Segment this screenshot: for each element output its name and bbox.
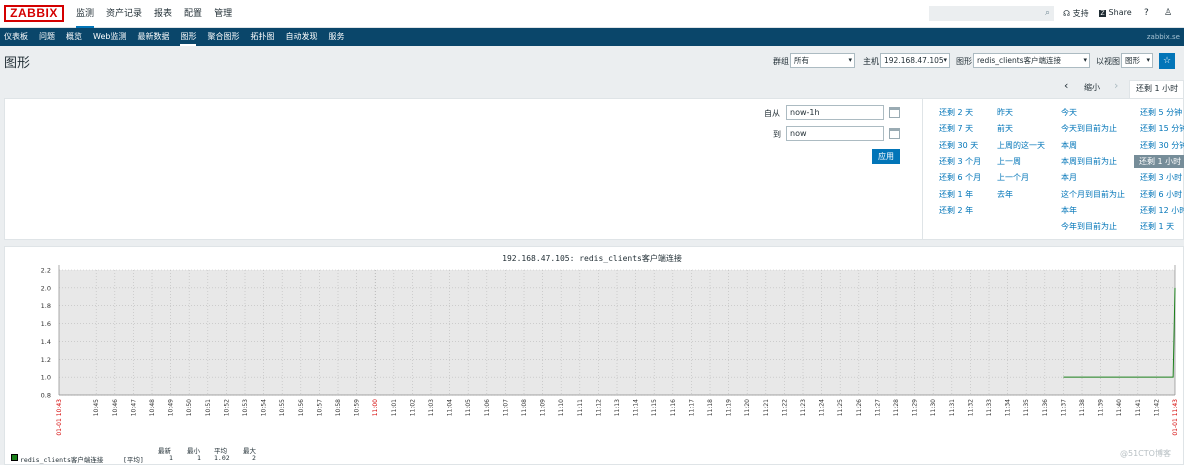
quick-range-link[interactable]: 还剩 3 小时 [1140, 172, 1182, 183]
quick-range-link[interactable]: 还剩 30 天 [939, 140, 978, 151]
view-select[interactable]: 图形 [1121, 53, 1153, 68]
zoom-out-button[interactable]: 缩小 [1084, 82, 1100, 93]
quick-range-link[interactable]: 上周的这一天 [997, 140, 1045, 151]
quick-range-link[interactable]: 去年 [997, 189, 1013, 200]
group-select[interactable]: 所有 [790, 53, 855, 68]
watermark: @51CTO博客 [1120, 449, 1171, 458]
favorite-star-button[interactable]: ☆ [1159, 53, 1175, 69]
calendar-icon[interactable] [889, 107, 900, 118]
from-label: 自从 [764, 109, 780, 118]
quick-range-link[interactable]: 还剩 1 天 [1140, 221, 1174, 232]
quick-range-link[interactable]: 还剩 6 个月 [939, 172, 981, 183]
graph-label: 图形 [956, 57, 972, 66]
quick-range-link[interactable]: 今天到目前为止 [1061, 123, 1117, 134]
user-profile-icon[interactable]: ♙ [1164, 8, 1172, 18]
sub-menu-discovery[interactable]: 自动发现 [285, 28, 317, 46]
support-link[interactable]: ☊ 支持 [1063, 8, 1089, 19]
legend-min-value: 1 [197, 454, 201, 462]
quick-range-link[interactable]: 还剩 1 小时 [1134, 154, 1184, 168]
sub-menu-maps[interactable]: 拓扑图 [250, 28, 274, 46]
graph-panel [4, 246, 1184, 465]
headset-icon: ☊ [1063, 9, 1071, 18]
sub-menu-bar: 仪表板 问题 概览 Web监测 最新数据 图形 聚合图形 拓扑图 自动发现 服务… [0, 28, 1184, 46]
to-label: 到 [773, 130, 781, 139]
quick-range-link[interactable]: 本周到目前为止 [1061, 156, 1117, 167]
quick-range-link[interactable]: 上一周 [997, 156, 1021, 167]
host-select[interactable]: 192.168.47.105 [880, 53, 950, 68]
legend-last-value: 1 [169, 454, 173, 462]
top-menu-configuration[interactable]: 配置 [184, 0, 202, 28]
quick-range-link[interactable]: 还剩 3 个月 [939, 156, 981, 167]
legend-series-name: redis_clients客户端连接 [20, 456, 104, 464]
quick-range-link[interactable]: 还剩 15 分钟 [1140, 123, 1184, 134]
group-label: 群组 [773, 57, 789, 66]
share-link[interactable]: Z Share [1099, 8, 1132, 17]
page-title: 图形 [4, 56, 31, 71]
sub-menu-problems[interactable]: 问题 [39, 28, 55, 46]
top-menu-inventory[interactable]: 资产记录 [106, 0, 142, 28]
quick-range-link[interactable]: 还剩 2 天 [939, 107, 973, 118]
time-nav: ‹ 缩小 › [0, 78, 1184, 98]
star-icon: ☆ [1162, 56, 1172, 66]
server-name: zabbix.se [1146, 33, 1180, 41]
apply-button[interactable]: 应用 [872, 149, 900, 164]
top-menu: 监测 资产记录 报表 配置 管理 [76, 0, 244, 28]
page-header: 图形 群组 所有 主机 192.168.47.105 图形 redis_clie… [0, 46, 1184, 76]
graph-select[interactable]: redis_clients客户端连接 [973, 53, 1090, 68]
top-menu-monitoring[interactable]: 监测 [76, 0, 95, 28]
top-menu-administration[interactable]: 管理 [214, 0, 232, 28]
sub-menu-screens[interactable]: 聚合图形 [207, 28, 239, 46]
sub-menu-web[interactable]: Web监测 [93, 28, 126, 46]
quick-range-link[interactable]: 本年 [1061, 205, 1077, 216]
quick-range-link[interactable]: 还剩 30 分钟 [1140, 140, 1184, 151]
top-menu-reports[interactable]: 报表 [154, 0, 172, 28]
quick-range-link[interactable]: 今天 [1061, 107, 1077, 118]
legend-avg-value: 1.02 [214, 454, 230, 462]
sub-menu-graphs[interactable]: 图形 [180, 28, 197, 46]
from-input[interactable]: now-1h [786, 105, 884, 120]
prev-period-button[interactable]: ‹ [1064, 79, 1068, 92]
view-label: 以视图 [1096, 57, 1120, 66]
legend-color-swatch [11, 454, 18, 461]
quick-range-link[interactable]: 还剩 5 分钟 [1140, 107, 1182, 118]
time-filter-panel [4, 98, 1184, 240]
quick-range-link[interactable]: 还剩 12 小时 [1140, 205, 1184, 216]
search-icon[interactable]: ⌕ [1045, 8, 1050, 18]
zabbix-logo[interactable]: ZABBIX [4, 5, 64, 22]
sub-menu-latest-data[interactable]: 最新数据 [137, 28, 169, 46]
legend-function: [平均] [123, 456, 144, 464]
help-icon[interactable]: ? [1144, 8, 1149, 18]
next-period-button[interactable]: › [1114, 79, 1118, 92]
quick-range-link[interactable]: 今年到目前为止 [1061, 221, 1117, 232]
tab-time-range[interactable]: 还剩 1 小时 [1129, 80, 1184, 98]
quick-range-link[interactable]: 本月 [1061, 172, 1077, 183]
quick-range-link[interactable]: 本周 [1061, 140, 1077, 151]
quick-range-link[interactable]: 前天 [997, 123, 1013, 134]
calendar-icon[interactable] [889, 128, 900, 139]
support-label: 支持 [1072, 9, 1089, 18]
divider [922, 99, 923, 239]
share-icon: Z [1099, 10, 1106, 17]
share-label: Share [1108, 8, 1132, 17]
legend-max-value: 2 [252, 454, 256, 462]
quick-range-link[interactable]: 还剩 6 小时 [1140, 189, 1182, 200]
quick-range-link[interactable]: 昨天 [997, 107, 1013, 118]
sub-menu-services[interactable]: 服务 [328, 28, 344, 46]
search-input[interactable]: ⌕ [929, 6, 1054, 21]
quick-range-link[interactable]: 还剩 1 年 [939, 189, 973, 200]
host-label: 主机 [863, 57, 879, 66]
quick-range-link[interactable]: 还剩 7 天 [939, 123, 973, 134]
quick-range-link[interactable]: 这个月到目前为止 [1061, 189, 1125, 200]
graph-title: 192.168.47.105: redis_clients客户端连接 [502, 254, 682, 263]
top-bar: ZABBIX 监测 资产记录 报表 配置 管理 ⌕ ☊ 支持 Z Share ?… [0, 0, 1184, 28]
sub-menu-overview[interactable]: 概览 [66, 28, 82, 46]
quick-range-link[interactable]: 还剩 2 年 [939, 205, 973, 216]
quick-range-link[interactable]: 上一个月 [997, 172, 1029, 183]
to-input[interactable]: now [786, 126, 884, 141]
sub-menu-dashboard[interactable]: 仪表板 [4, 28, 28, 46]
